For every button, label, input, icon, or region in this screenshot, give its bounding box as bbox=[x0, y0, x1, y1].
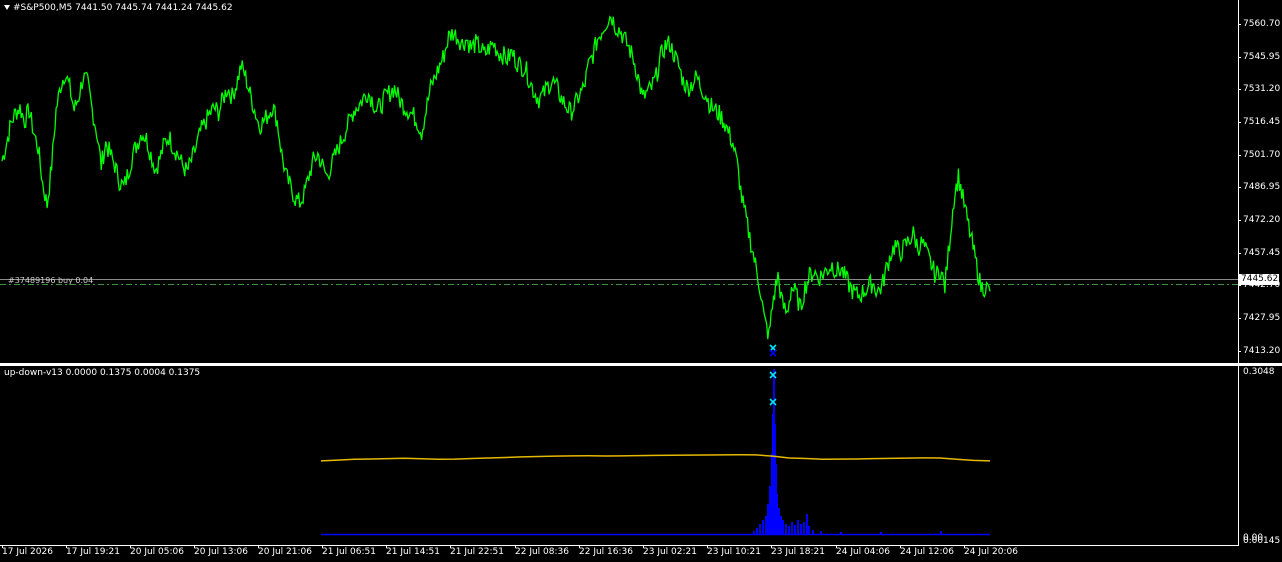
histogram-bar bbox=[812, 530, 814, 534]
time-tick-label: 21 Jul 22:51 bbox=[450, 547, 504, 557]
current-price-tag: 7445.62 bbox=[1239, 274, 1279, 285]
histogram-bar bbox=[765, 516, 767, 534]
time-tick-label: 21 Jul 06:51 bbox=[322, 547, 376, 557]
time-tick-mark bbox=[643, 545, 644, 548]
time-tick-label: 20 Jul 05:06 bbox=[130, 547, 184, 557]
price-tick-mark bbox=[1238, 24, 1241, 25]
histogram-bar bbox=[753, 531, 755, 534]
time-tick-mark bbox=[579, 545, 580, 548]
price-tick-mark bbox=[1238, 57, 1241, 58]
time-tick-label: 22 Jul 08:36 bbox=[515, 547, 569, 557]
time-tick-label: 23 Jul 18:21 bbox=[771, 547, 825, 557]
histogram-bar bbox=[806, 514, 808, 534]
time-tick-mark bbox=[386, 545, 387, 548]
price-tick-label: 7457.45 bbox=[1243, 248, 1281, 258]
price-chart[interactable] bbox=[0, 0, 1282, 366]
histogram-bar bbox=[762, 520, 764, 534]
histogram-bar bbox=[776, 494, 778, 534]
price-tick-mark bbox=[1238, 318, 1241, 319]
histogram-bar bbox=[808, 526, 810, 534]
time-tick-mark bbox=[322, 545, 323, 548]
histogram-bar bbox=[794, 525, 796, 534]
indicator-y-top: 0.3048 bbox=[1243, 367, 1275, 377]
time-tick-label: 22 Jul 16:36 bbox=[579, 547, 633, 557]
histogram-bar bbox=[782, 520, 784, 534]
time-tick-label: 17 Jul 19:21 bbox=[66, 547, 120, 557]
price-tick-label: 7545.95 bbox=[1243, 52, 1281, 62]
time-tick-mark bbox=[964, 545, 965, 548]
time-tick-mark bbox=[900, 545, 901, 548]
time-tick-mark bbox=[194, 545, 195, 548]
histogram-bar bbox=[840, 532, 842, 534]
header-area: #S&P500,M5 7441.50 7445.74 7441.24 7445.… bbox=[4, 2, 233, 14]
dropdown-triangle-icon[interactable] bbox=[4, 5, 10, 10]
price-tick-label: 7486.95 bbox=[1243, 182, 1281, 192]
time-tick-mark bbox=[771, 545, 772, 548]
histogram-bar bbox=[778, 508, 780, 534]
price-tick-label: 7472.20 bbox=[1243, 215, 1281, 225]
time-tick-label: 23 Jul 10:21 bbox=[707, 547, 761, 557]
price-tick-mark bbox=[1238, 155, 1241, 156]
price-tick-mark bbox=[1238, 351, 1241, 352]
price-tick-label: 7516.45 bbox=[1243, 117, 1281, 127]
time-tick-mark bbox=[2, 545, 3, 548]
price-tick-label: 7501.70 bbox=[1243, 150, 1281, 160]
time-tick-mark bbox=[66, 545, 67, 548]
time-tick-label: 23 Jul 02:21 bbox=[643, 547, 697, 557]
histogram-bar bbox=[940, 531, 942, 534]
indicator-y-bottom: 0.00145 bbox=[1243, 536, 1281, 546]
time-axis-border bbox=[0, 545, 1239, 546]
indicator-chart[interactable] bbox=[0, 366, 1282, 546]
price-tick-label: 7427.95 bbox=[1243, 313, 1281, 323]
price-tick-mark bbox=[1238, 220, 1241, 221]
time-tick-mark bbox=[258, 545, 259, 548]
histogram-bar bbox=[803, 522, 805, 534]
symbol-label: #S&P500,M5 bbox=[13, 3, 73, 13]
time-tick-label: 17 Jul 2026 bbox=[2, 547, 53, 557]
histogram-bar bbox=[797, 520, 799, 534]
histogram-bar bbox=[880, 532, 882, 534]
time-tick-label: 24 Jul 20:06 bbox=[964, 547, 1018, 557]
time-tick-label: 20 Jul 21:06 bbox=[258, 547, 312, 557]
time-tick-mark bbox=[836, 545, 837, 548]
order-line-label[interactable]: #37489196 buy 0.04 bbox=[8, 275, 93, 286]
histogram-bar bbox=[788, 526, 790, 534]
histogram-bar bbox=[756, 528, 758, 534]
price-tick-mark bbox=[1238, 122, 1241, 123]
histogram-bar bbox=[791, 522, 793, 534]
time-tick-mark bbox=[450, 545, 451, 548]
time-tick-label: 21 Jul 14:51 bbox=[386, 547, 440, 557]
histogram-bar bbox=[769, 486, 771, 534]
time-tick-mark bbox=[707, 545, 708, 548]
histogram-bar bbox=[759, 524, 761, 534]
price-tick-label: 7531.20 bbox=[1243, 84, 1281, 94]
time-tick-mark bbox=[130, 545, 131, 548]
histogram-bar bbox=[767, 504, 769, 534]
time-tick-mark bbox=[515, 545, 516, 548]
histogram-bar bbox=[800, 524, 802, 534]
price-tick-mark bbox=[1238, 285, 1241, 286]
price-tick-mark bbox=[1238, 253, 1241, 254]
histogram-bar bbox=[785, 524, 787, 534]
time-tick-label: 24 Jul 04:06 bbox=[836, 547, 890, 557]
price-tick-mark bbox=[1238, 89, 1241, 90]
ohlc-values: 7441.50 7445.74 7441.24 7445.62 bbox=[75, 3, 233, 13]
price-tick-label: 7560.70 bbox=[1243, 19, 1281, 29]
time-tick-label: 24 Jul 12:06 bbox=[900, 547, 954, 557]
price-tick-mark bbox=[1238, 187, 1241, 188]
indicator-label: up-down-v13 0.0000 0.1375 0.0004 0.1375 bbox=[4, 368, 201, 378]
price-tick-label: 7413.20 bbox=[1243, 346, 1281, 356]
time-tick-label: 20 Jul 13:06 bbox=[194, 547, 248, 557]
histogram-bar bbox=[780, 516, 782, 534]
histogram-bar bbox=[820, 531, 822, 534]
